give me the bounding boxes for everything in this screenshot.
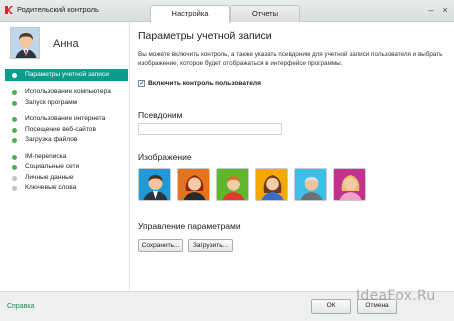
girl-icon — [261, 175, 284, 200]
sidebar-item-websites[interactable]: Посещение веб-сайтов — [5, 125, 128, 136]
man-suit-icon — [143, 175, 168, 200]
status-dot-icon — [12, 72, 17, 78]
sidebar-item-label: Ключевые слова — [25, 184, 77, 191]
load-settings-button[interactable]: Загрузить... — [188, 239, 233, 252]
sidebar-item-social-networks[interactable]: Социальные сети — [5, 162, 128, 173]
user-avatar-icon — [11, 28, 39, 58]
nickname-input[interactable] — [138, 123, 282, 135]
ok-button[interactable]: ОК — [311, 299, 351, 314]
avatar-option-girl[interactable] — [255, 168, 288, 201]
sidebar-item-computer-usage[interactable]: Использование компьютера — [5, 87, 128, 98]
page-title: Параметры учетной записи — [138, 30, 272, 42]
avatar-option-man-suit[interactable] — [138, 168, 171, 201]
status-dot-icon — [12, 175, 17, 181]
sidebar-item-label: IM-переписка — [25, 152, 67, 160]
sidebar-item-label: Использование компьютера — [25, 88, 111, 95]
sidebar: Анна Параметры учетной записи Использова… — [0, 22, 130, 291]
sidebar-item-label: Личные данные — [25, 173, 74, 181]
woman-pink-icon — [339, 175, 362, 200]
image-heading: Изображение — [138, 152, 192, 162]
sidebar-item-label: Параметры учетной записи — [25, 71, 109, 78]
main-panel: Параметры учетной записи Вы можете включ… — [131, 22, 454, 291]
sidebar-nav: Параметры учетной записи Использование к… — [5, 69, 128, 194]
status-dot-icon — [12, 165, 17, 170]
save-settings-button[interactable]: Сохранить... — [138, 239, 183, 252]
status-dot-icon — [12, 90, 17, 95]
status-dot-icon — [12, 186, 17, 191]
avatar-option-boy[interactable] — [216, 168, 249, 201]
elder-man-icon — [300, 177, 323, 200]
title-bar: Родительский контроль Настройка Отчеты –… — [0, 0, 454, 23]
woman-red-hair-icon — [183, 175, 206, 200]
description-text: Вы можете включить контроль, а также ука… — [138, 51, 443, 67]
minimize-button[interactable]: – — [425, 5, 437, 16]
watermark: IdeaFox.Ru — [356, 288, 436, 304]
sidebar-item-label: Социальные сети — [25, 163, 80, 170]
tab-reports[interactable]: Отчеты — [230, 5, 300, 22]
user-name: Анна — [53, 38, 79, 50]
sidebar-item-keywords[interactable]: Ключевые слова — [5, 183, 128, 194]
sidebar-item-label: Запуск программ — [25, 98, 78, 106]
status-dot-icon — [12, 138, 17, 143]
kaspersky-logo-icon — [5, 6, 13, 14]
settings-management-heading: Управление параметрами — [138, 221, 241, 231]
help-link[interactable]: Справка — [7, 303, 34, 310]
enable-control-label[interactable]: Включить контроль пользователя — [148, 80, 261, 87]
app-title: Родительский контроль — [17, 5, 99, 14]
status-dot-icon — [12, 127, 17, 133]
sidebar-item-personal-data[interactable]: Личные данные — [5, 173, 128, 184]
status-dot-icon — [12, 117, 17, 122]
sidebar-item-file-downloads[interactable]: Загрузка файлов — [5, 135, 128, 146]
status-dot-icon — [12, 100, 17, 106]
avatar-option-woman-red-hair[interactable] — [177, 168, 210, 201]
sidebar-item-label: Загрузка файлов — [25, 136, 78, 143]
sidebar-item-label: Использование интернета — [25, 115, 106, 122]
nickname-heading: Псевдоним — [138, 110, 183, 120]
boy-icon — [222, 176, 245, 200]
user-avatar[interactable] — [10, 27, 40, 59]
sidebar-item-account-settings[interactable]: Параметры учетной записи — [5, 69, 128, 81]
avatar-option-elder-man[interactable] — [294, 168, 327, 201]
sidebar-item-label: Посещение веб-сайтов — [25, 125, 96, 133]
status-dot-icon — [12, 154, 17, 160]
avatar-option-woman-pink[interactable] — [333, 168, 366, 201]
enable-control-checkbox[interactable]: ✓ — [138, 80, 145, 87]
tab-settings[interactable]: Настройка — [150, 5, 230, 23]
sidebar-item-im[interactable]: IM-переписка — [5, 152, 128, 163]
close-button[interactable]: × — [439, 5, 451, 16]
sidebar-item-internet-usage[interactable]: Использование интернета — [5, 114, 128, 125]
sidebar-item-program-launch[interactable]: Запуск программ — [5, 98, 128, 109]
